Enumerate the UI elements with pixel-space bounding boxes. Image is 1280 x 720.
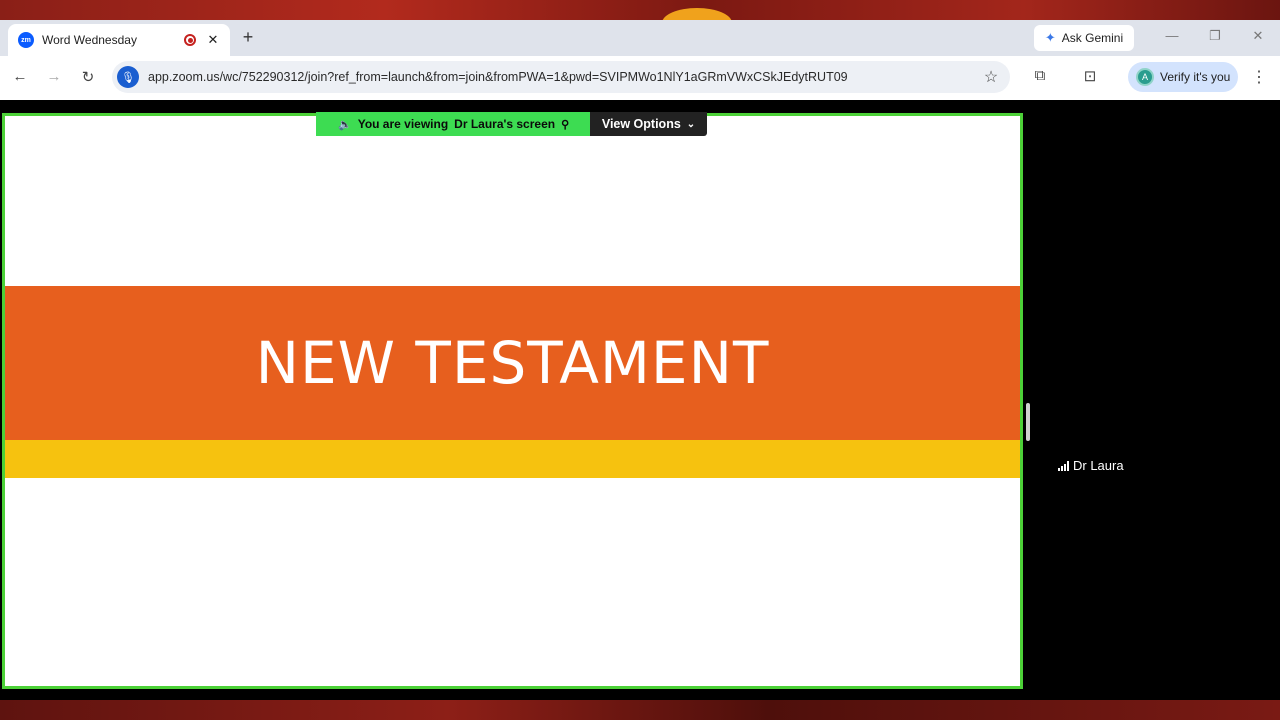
extensions-puzzle-icon[interactable]: ⧉: [1029, 67, 1051, 84]
tab-search-icon[interactable]: ⊡: [1079, 67, 1101, 85]
verify-profile-button[interactable]: A Verify it's you: [1128, 62, 1238, 92]
reload-icon[interactable]: ↻: [78, 68, 98, 86]
url-text[interactable]: app.zoom.us/wc/752290312/join?ref_from=l…: [148, 70, 978, 84]
panel-resize-handle[interactable]: [1026, 403, 1030, 441]
more-menu-icon[interactable]: ⋮: [1250, 67, 1268, 87]
viewing-status: 🔈 You are viewing Dr Laura's screen ⚲: [316, 112, 590, 136]
zoom-meeting-view: NEW TESTAMENT 🔈 You are viewing Dr Laura…: [0, 100, 1280, 700]
tab-word-wednesday[interactable]: zm Word Wednesday ✕: [8, 24, 230, 56]
record-icon: [184, 34, 196, 46]
new-tab-button[interactable]: +: [238, 27, 258, 48]
speaker-icon: 🔈: [338, 118, 352, 131]
forward-arrow-icon[interactable]: →: [44, 68, 64, 85]
ask-gemini-label: Ask Gemini: [1061, 31, 1124, 45]
minimize-icon[interactable]: —: [1162, 28, 1182, 43]
restore-icon[interactable]: ❐: [1205, 28, 1225, 44]
avatar: A: [1136, 68, 1154, 86]
participant-tile[interactable]: Dr Laura: [1058, 458, 1124, 473]
bookmark-star-icon[interactable]: ☆: [978, 67, 1004, 87]
signal-strength-icon: [1058, 460, 1069, 471]
desktop-wallpaper-bottom: [0, 700, 1280, 720]
viewing-prefix: You are viewing: [357, 117, 449, 131]
slide-title-band: NEW TESTAMENT: [5, 286, 1020, 440]
viewing-banner: 🔈 You are viewing Dr Laura's screen ⚲ Vi…: [316, 112, 707, 136]
microphone-icon[interactable]: 🎙: [117, 66, 139, 88]
gemini-sparkle-icon: ✦: [1044, 30, 1056, 45]
browser-window: zm Word Wednesday ✕ + ✦ Ask Gemini — ❐ ✕…: [0, 20, 1280, 700]
browser-toolbar: ← → ↻ 🎙 app.zoom.us/wc/752290312/join?re…: [0, 56, 1280, 100]
chevron-down-icon: ⌄: [686, 118, 696, 130]
ask-gemini-button[interactable]: ✦ Ask Gemini: [1034, 25, 1134, 51]
tab-close-icon[interactable]: ✕: [206, 32, 220, 48]
window-close-icon[interactable]: ✕: [1248, 28, 1268, 44]
shared-screen: NEW TESTAMENT: [2, 113, 1023, 689]
address-bar[interactable]: 🎙 app.zoom.us/wc/752290312/join?ref_from…: [112, 61, 1010, 93]
verify-label: Verify it's you: [1160, 70, 1231, 84]
slide-title: NEW TESTAMENT: [255, 329, 770, 397]
back-arrow-icon[interactable]: ←: [10, 68, 30, 85]
desktop-wallpaper-top: [0, 0, 1280, 38]
participant-name: Dr Laura: [1073, 458, 1124, 473]
tab-title: Word Wednesday: [42, 33, 137, 47]
view-options-label: View Options: [601, 117, 681, 131]
pin-icon: ⚲: [561, 118, 570, 131]
tab-strip: zm Word Wednesday ✕ + ✦ Ask Gemini — ❐ ✕: [0, 20, 1280, 56]
slide-accent-band: [5, 440, 1020, 478]
view-options-button[interactable]: View Options ⌄: [590, 112, 707, 136]
viewing-name: Dr Laura's screen: [454, 117, 556, 131]
zoom-favicon-icon: zm: [18, 32, 34, 48]
